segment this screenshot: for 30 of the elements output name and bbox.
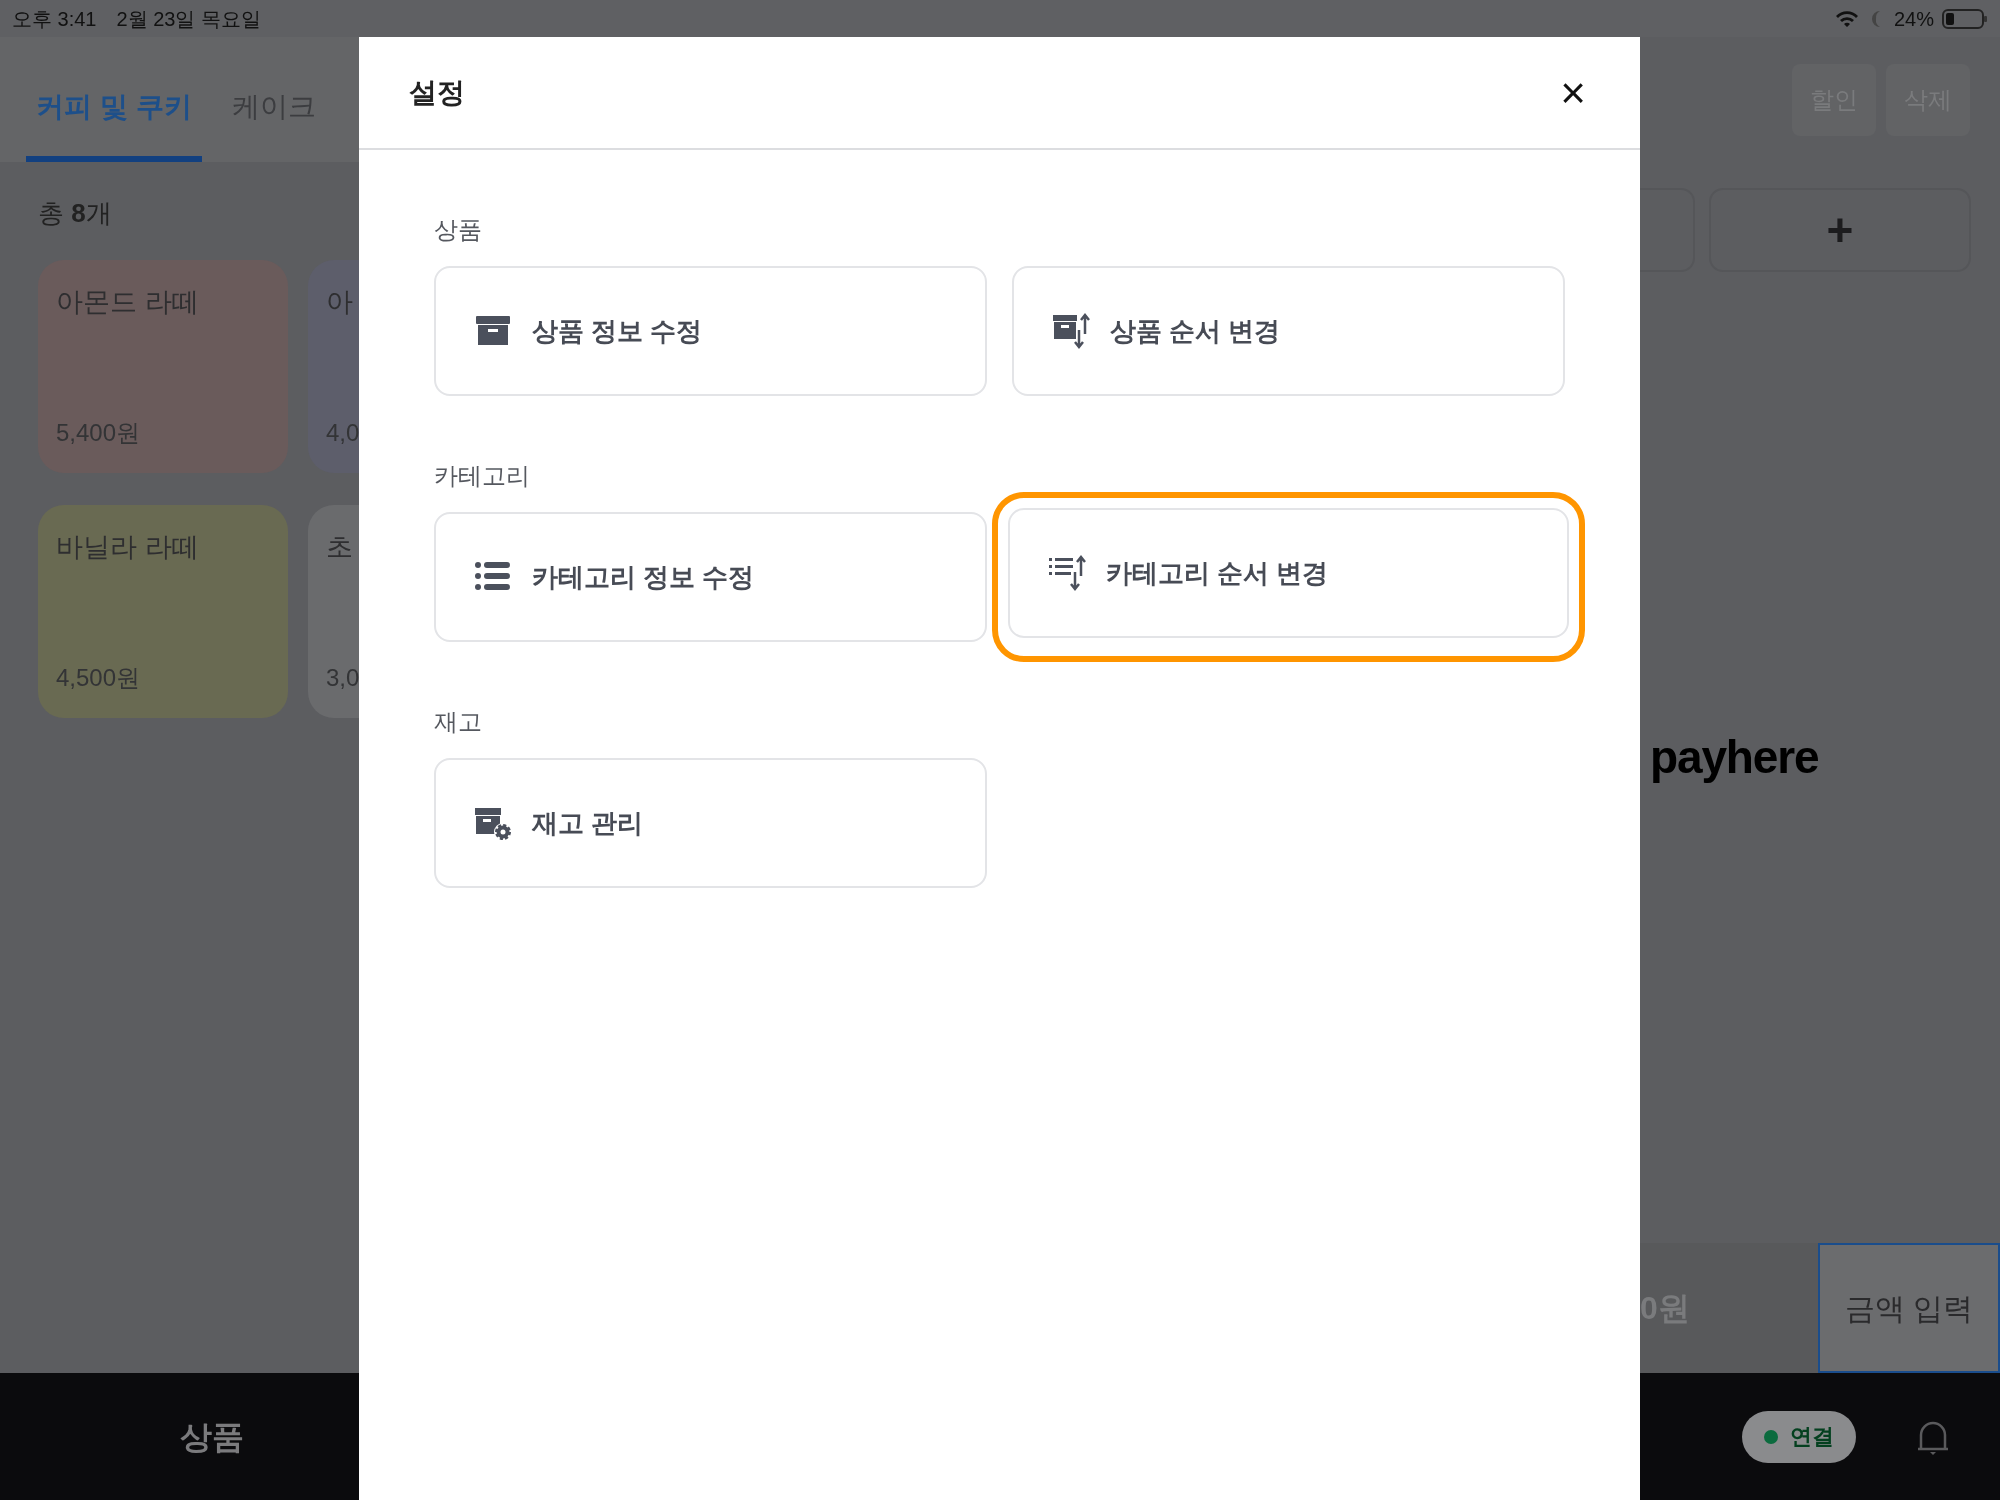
- status-date: 2월 23일 목요일: [116, 6, 261, 32]
- category-tab[interactable]: 커피 및 쿠키: [26, 37, 202, 162]
- product-name: 바닐라 라떼: [56, 531, 199, 564]
- section-label: 재고: [434, 707, 483, 737]
- close-button[interactable]: ×: [1556, 70, 1590, 115]
- product-name: 초: [326, 531, 353, 564]
- section-label: 상품: [434, 215, 483, 245]
- amount-input-button[interactable]: 금액 입력: [1818, 1243, 2000, 1373]
- logo-text: payhere: [1650, 730, 1819, 785]
- settings-option-button[interactable]: 재고 관리: [434, 758, 987, 888]
- nav-tab[interactable]: 상품: [180, 1412, 244, 1461]
- settings-option-button[interactable]: 상품 순서 변경: [1012, 266, 1565, 396]
- battery-percent: 24%: [1893, 6, 1934, 32]
- modal-title: 설정: [409, 75, 465, 110]
- product-price: 5,400원: [56, 418, 141, 448]
- settings-option-button[interactable]: 카테고리 정보 수정: [434, 512, 987, 642]
- list-arrows-icon: [1048, 554, 1088, 592]
- status-time: 오후 3:41: [12, 6, 97, 32]
- add-button[interactable]: +: [1709, 188, 1971, 272]
- section-label: 카테고리: [434, 461, 531, 491]
- box-arrows-icon: [1052, 312, 1092, 350]
- settings-option-button[interactable]: 카테고리 순서 변경: [1008, 508, 1569, 638]
- product-name: 아몬드 라떼: [56, 286, 199, 319]
- battery-icon: [1942, 7, 1988, 30]
- item-count: 총 8개: [38, 197, 112, 230]
- settings-option-button[interactable]: 상품 정보 수정: [434, 266, 987, 396]
- connection-label: 연결: [1790, 1423, 1834, 1451]
- product-card[interactable]: 아몬드 라떼 5,400원: [38, 260, 288, 473]
- product-price: 3,0: [326, 663, 360, 693]
- product-name: 아: [326, 286, 353, 319]
